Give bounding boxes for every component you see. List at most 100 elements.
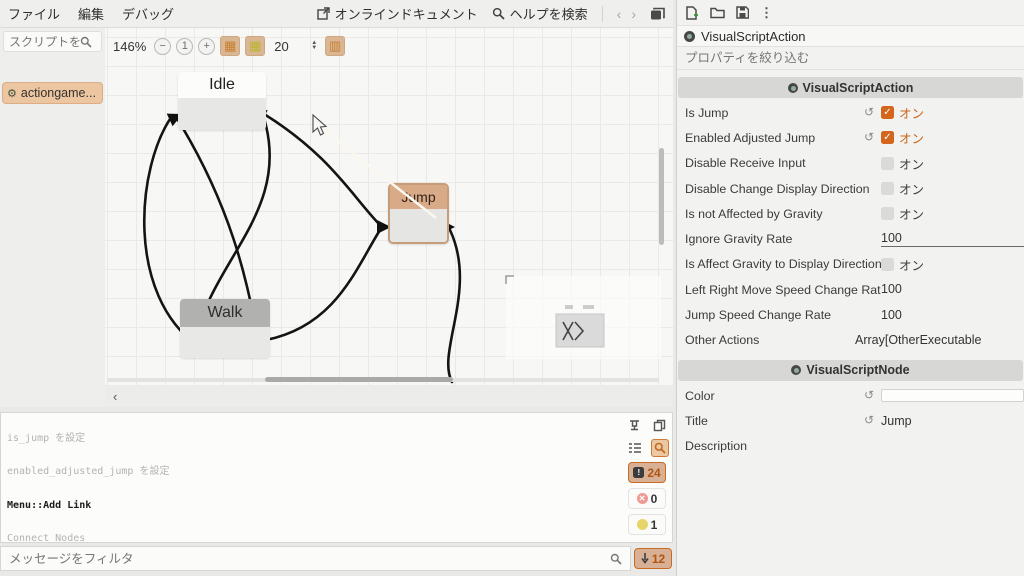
zoom-reset-button[interactable]: 1 xyxy=(176,37,194,55)
collapse-left-arrow[interactable]: ‹ xyxy=(113,389,117,404)
property-row-disable-change-display-direction: Disable Change Display Direction オン xyxy=(677,176,1024,201)
error-icon: ! xyxy=(633,467,645,478)
arrow-down-icon xyxy=(641,553,649,564)
collapsed-count: 12 xyxy=(651,551,666,566)
error-count: 24 xyxy=(647,465,661,480)
property-row-disable-receive-input: Disable Receive Input オン xyxy=(677,151,1024,176)
edited-resource-name: VisualScriptAction xyxy=(701,28,806,44)
h-scrollbar-thumb[interactable] xyxy=(265,377,453,382)
edited-resource-row[interactable]: VisualScriptAction xyxy=(677,25,1024,47)
menu-edit[interactable]: 編集 xyxy=(78,4,104,23)
revert-icon[interactable]: ↺ xyxy=(864,388,874,402)
more-options-icon[interactable]: ⋮ xyxy=(760,5,773,21)
clear-icon xyxy=(630,419,639,430)
copy-icon xyxy=(653,419,666,431)
collapsed-count-badge[interactable]: 12 xyxy=(634,548,672,569)
zoom-out-button[interactable]: − xyxy=(154,37,172,55)
menu-debug[interactable]: デバッグ xyxy=(122,4,174,23)
log-line: Connect Nodes xyxy=(7,533,86,543)
node-idle-body xyxy=(178,98,266,130)
load-folder-icon[interactable] xyxy=(710,6,725,19)
number-field[interactable]: 100 xyxy=(881,308,1024,323)
property-filter-row xyxy=(677,47,1024,70)
snap-distance-value[interactable]: 20 xyxy=(274,39,304,54)
menu-file[interactable]: ファイル xyxy=(8,4,60,23)
zoom-level: 146% xyxy=(113,38,147,54)
graph-canvas[interactable]: Idle Jump Walk 146% − 1 + ▦ ▦ 20 ▲ ▼ ▥ xyxy=(105,28,673,385)
property-filter-input[interactable] xyxy=(677,51,1024,65)
property-row-color: Color ↺ xyxy=(677,383,1024,408)
left-column: ファイル 編集 デバッグ オンラインドキュメント ヘルプを検索 ‹ › スクリプ… xyxy=(0,0,673,576)
message-filter-input[interactable] xyxy=(1,551,610,566)
checkbox-label: オン xyxy=(899,208,925,223)
history-forward-button[interactable]: › xyxy=(631,6,636,22)
property-label: Jump Speed Change Rate xyxy=(685,308,832,323)
graph-node-jump[interactable]: Jump xyxy=(388,183,449,244)
log-copy-button[interactable] xyxy=(651,416,669,434)
property-label: Title xyxy=(685,413,708,428)
graph-node-walk[interactable]: Walk xyxy=(180,299,270,358)
script-search-input[interactable] xyxy=(4,34,80,49)
property-row-jump-speed-change-rate: Jump Speed Change Rate 100 xyxy=(677,302,1024,327)
message-filter-bar xyxy=(0,546,631,571)
section-header-visualscriptnode[interactable]: VisualScriptNode xyxy=(678,359,1023,381)
property-row-is-jump: Is Jump ↺ ✓ オン xyxy=(677,100,1024,125)
stopped-count-badge[interactable]: ✕ 0 xyxy=(628,488,666,509)
search-icon xyxy=(654,442,666,454)
number-field[interactable]: 100 xyxy=(881,231,1024,248)
inspector-body: VisualScriptAction Is Jump ↺ ✓ オン Enable… xyxy=(677,77,1024,576)
section-icon xyxy=(787,82,798,93)
log-collapse-list-button[interactable] xyxy=(626,439,644,457)
checkbox-checked[interactable]: ✓ xyxy=(881,106,894,120)
online-docs-link[interactable]: オンラインドキュメント xyxy=(316,4,478,23)
graph-node-idle[interactable]: Idle xyxy=(178,72,266,130)
array-value[interactable]: Array[OtherExecutable xyxy=(855,333,981,347)
property-label: Is Affect Gravity to Display Direction xyxy=(685,257,881,272)
workspace: ⚙ actiongame... xyxy=(0,28,673,407)
output-log-panel[interactable]: is_jump を設定 enabled_adjusted_jump を設定 Me… xyxy=(0,412,673,543)
color-swatch[interactable] xyxy=(881,389,1024,403)
log-clear-button[interactable] xyxy=(626,416,644,434)
help-search-label: ヘルプを検索 xyxy=(509,7,588,22)
history-back-button[interactable]: ‹ xyxy=(617,6,622,22)
error-count-badge[interactable]: ! 24 xyxy=(628,462,666,483)
grid-toggle-button[interactable]: ▦ xyxy=(245,36,266,56)
section-header-visualscriptaction[interactable]: VisualScriptAction xyxy=(678,77,1023,98)
section-title: VisualScriptNode xyxy=(806,363,910,378)
checkbox-unchecked[interactable] xyxy=(881,207,894,221)
history-nav: ‹ › xyxy=(617,6,636,22)
stop-icon: ✕ xyxy=(636,493,648,504)
search-icon xyxy=(610,553,622,565)
property-label: Disable Receive Input xyxy=(685,156,806,171)
property-label: Color xyxy=(685,388,715,403)
save-icon[interactable] xyxy=(736,6,749,19)
sidebar-item-actiongame[interactable]: ⚙ actiongame... xyxy=(2,82,103,104)
inspector-toolbar: ⋮ xyxy=(677,0,1024,25)
revert-icon[interactable]: ↺ xyxy=(864,130,874,144)
checkbox-unchecked[interactable] xyxy=(881,156,894,170)
property-label: Other Actions xyxy=(685,333,760,348)
zoom-in-button[interactable]: + xyxy=(198,37,216,55)
number-field[interactable]: 100 xyxy=(881,282,1024,297)
property-label: Description xyxy=(685,439,747,454)
title-field[interactable]: Jump xyxy=(881,414,912,428)
new-resource-icon[interactable] xyxy=(685,5,699,20)
checkbox-checked[interactable]: ✓ xyxy=(881,131,894,145)
online-docs-label: オンラインドキュメント xyxy=(334,7,478,22)
snap-spinner[interactable]: ▲ ▼ xyxy=(311,40,317,51)
script-pages-icon[interactable] xyxy=(650,7,665,21)
search-icon xyxy=(80,36,92,48)
checkbox-label: オン xyxy=(899,183,925,198)
revert-icon[interactable]: ↺ xyxy=(864,413,874,427)
warning-count-badge[interactable]: 1 xyxy=(628,514,666,535)
minimap-toggle-button[interactable]: ▥ xyxy=(325,36,346,56)
warning-count: 1 xyxy=(650,517,658,532)
revert-icon[interactable]: ↺ xyxy=(864,105,874,119)
log-search-toggle[interactable] xyxy=(650,439,669,457)
help-search-link[interactable]: ヘルプを検索 xyxy=(492,4,588,23)
snap-toggle-button[interactable]: ▦ xyxy=(220,36,241,56)
v-scrollbar-thumb[interactable] xyxy=(659,148,664,245)
help-search-icon xyxy=(492,7,505,20)
checkbox-unchecked[interactable] xyxy=(881,257,894,271)
checkbox-unchecked[interactable] xyxy=(881,182,894,196)
